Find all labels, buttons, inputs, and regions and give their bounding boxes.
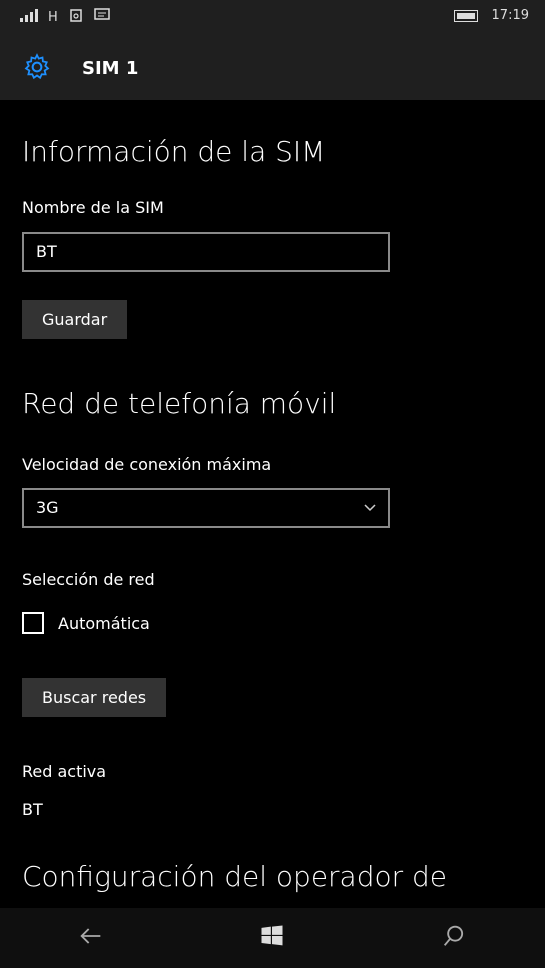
save-button[interactable]: Guardar bbox=[22, 300, 128, 339]
search-icon[interactable] bbox=[440, 922, 468, 954]
clock: 17:19 bbox=[491, 8, 529, 23]
back-arrow-icon[interactable] bbox=[77, 922, 105, 954]
automatic-label: Automática bbox=[58, 613, 150, 633]
message-icon bbox=[94, 8, 110, 26]
chevron-down-icon bbox=[364, 504, 376, 512]
search-networks-button[interactable]: Buscar redes bbox=[22, 678, 167, 717]
sim-name-input[interactable]: BT bbox=[22, 232, 390, 272]
mobile-network-heading: Red de telefonía móvil bbox=[22, 387, 337, 420]
battery-icon bbox=[453, 9, 478, 22]
sim-name-label: Nombre de la SIM bbox=[22, 198, 164, 217]
windows-logo-icon[interactable] bbox=[258, 922, 286, 954]
max-speed-value: 3G bbox=[36, 498, 59, 517]
status-left: H bbox=[20, 8, 110, 26]
system-navbar bbox=[0, 908, 545, 968]
automatic-checkbox[interactable] bbox=[22, 612, 44, 634]
signal-icon bbox=[20, 8, 38, 26]
app-header: SIM 1 bbox=[0, 36, 545, 100]
active-network-label: Red activa bbox=[22, 762, 107, 781]
active-network-value: BT bbox=[22, 800, 43, 819]
sim-info-heading: Información de la SIM bbox=[22, 135, 326, 168]
max-speed-label: Velocidad de conexión máxima bbox=[22, 455, 272, 474]
sim2-icon bbox=[68, 8, 84, 26]
network-selection-label: Selección de red bbox=[22, 570, 155, 589]
operator-config-heading: Configuración del operador de bbox=[22, 860, 448, 893]
max-speed-select[interactable]: 3G bbox=[22, 488, 390, 528]
page-title: SIM 1 bbox=[82, 58, 139, 79]
network-type: H bbox=[48, 9, 58, 25]
status-right: 17:19 bbox=[453, 8, 529, 23]
status-bar: H 17:19 bbox=[0, 0, 545, 36]
automatic-checkbox-row[interactable]: Automática bbox=[22, 612, 150, 634]
gear-icon bbox=[22, 52, 52, 82]
